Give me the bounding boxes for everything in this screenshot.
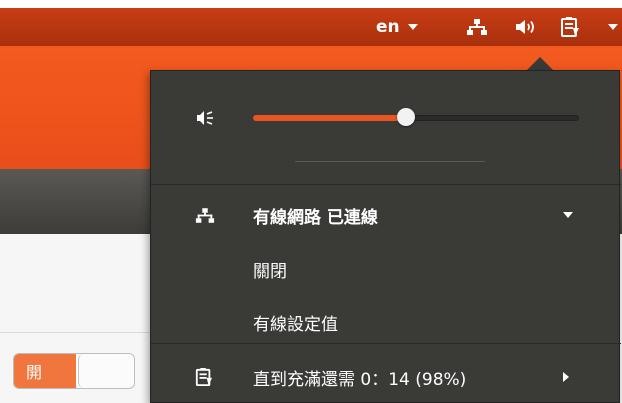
separator bbox=[151, 343, 621, 344]
chevron-down-icon bbox=[608, 24, 618, 30]
battery-charging-icon bbox=[561, 17, 579, 37]
toggle-knob[interactable] bbox=[78, 354, 134, 388]
toggle-on-label: 開 bbox=[14, 354, 76, 388]
volume-low-icon[interactable] bbox=[195, 109, 217, 127]
separator bbox=[295, 161, 485, 162]
network-wired-icon bbox=[467, 19, 487, 35]
system-menu-caret[interactable] bbox=[600, 8, 618, 46]
top-panel: en bbox=[0, 8, 622, 46]
language-label: en bbox=[376, 17, 400, 37]
network-status-button[interactable] bbox=[466, 8, 488, 46]
chevron-down-icon bbox=[563, 212, 573, 218]
battery-submenu[interactable]: 直到充滿還需 0：14 (98%) bbox=[151, 359, 621, 395]
wired-settings-item[interactable]: 有線設定值 bbox=[151, 304, 621, 340]
battery-status-button[interactable] bbox=[560, 8, 580, 46]
battery-charging-icon bbox=[195, 368, 213, 386]
volume-status-button[interactable] bbox=[514, 8, 538, 46]
separator bbox=[151, 184, 621, 185]
network-wired-icon bbox=[195, 207, 215, 223]
menu-pointer bbox=[526, 57, 554, 71]
network-status-label: 有線網路 已連線 bbox=[253, 207, 378, 228]
battery-status-label: 直到充滿還需 0：14 (98%) bbox=[253, 369, 467, 390]
toggle-switch[interactable]: 開 bbox=[13, 353, 135, 389]
language-indicator[interactable]: en bbox=[376, 8, 418, 46]
wired-settings-label: 有線設定值 bbox=[253, 314, 338, 335]
network-turn-off-item[interactable]: 關閉 bbox=[151, 251, 621, 287]
network-wired-submenu[interactable]: 有線網路 已連線 bbox=[151, 197, 621, 233]
chevron-right-icon bbox=[563, 372, 569, 382]
volume-slider-fill bbox=[253, 115, 406, 121]
system-menu: 有線網路 已連線 關閉 有線設定值 直到充滿還需 0：14 (98%) bbox=[150, 70, 621, 403]
divider bbox=[0, 332, 160, 333]
chevron-down-icon bbox=[407, 24, 418, 30]
volume-slider-handle[interactable] bbox=[397, 108, 415, 126]
volume-icon bbox=[516, 20, 534, 34]
turn-off-label: 關閉 bbox=[253, 261, 287, 282]
